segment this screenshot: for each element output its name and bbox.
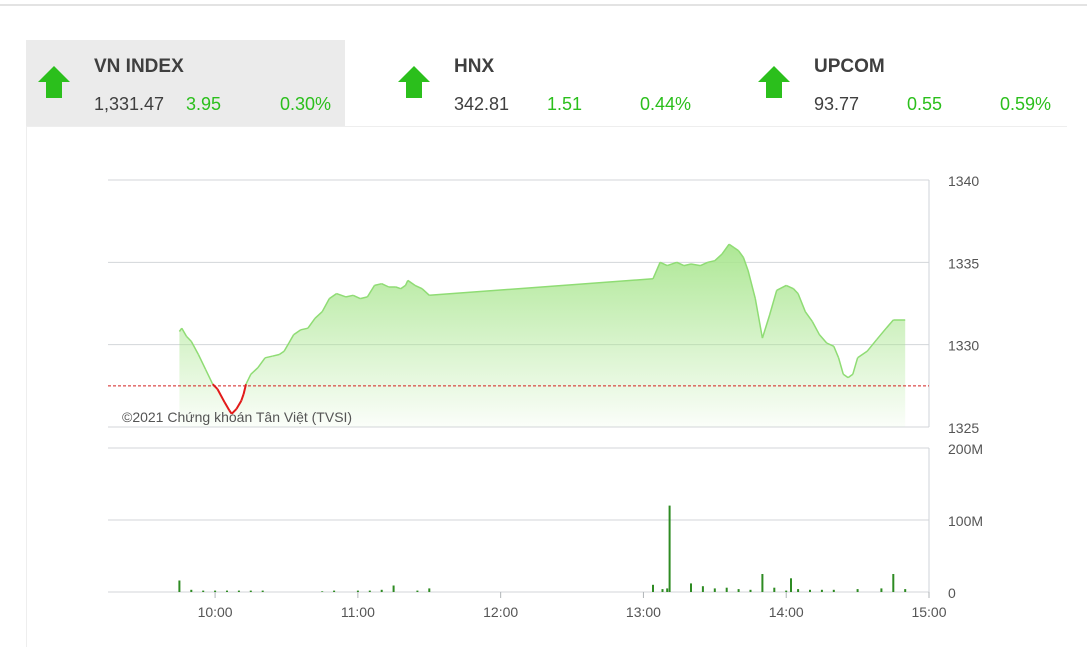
volume-bar <box>661 589 664 592</box>
price-area <box>179 244 906 427</box>
volume-bar <box>797 589 800 592</box>
volume-bar <box>785 590 788 592</box>
volume-tick-label: 0 <box>948 585 956 601</box>
volume-bar <box>832 589 835 592</box>
volume-bar <box>214 590 217 592</box>
volume-bar <box>761 574 764 592</box>
price-tick-label: 1325 <box>948 420 979 436</box>
volume-bar <box>773 587 776 592</box>
volume-bar <box>809 589 811 592</box>
volume-bar <box>749 589 752 592</box>
volume-bar <box>261 590 264 592</box>
volume-bar <box>892 574 895 592</box>
volume-bar <box>725 587 728 592</box>
volume-bar <box>713 588 716 592</box>
volume-bar <box>416 590 419 592</box>
time-tick-label: 10:00 <box>198 604 233 620</box>
time-tick-label: 14:00 <box>769 604 804 620</box>
volume-bar <box>701 586 704 592</box>
volume-bar <box>356 590 359 592</box>
volume-bar <box>202 590 205 592</box>
volume-tick-label: 100M <box>948 513 983 529</box>
volume-bar <box>321 591 324 592</box>
volume-bar <box>178 580 181 592</box>
volume-bar <box>856 589 859 592</box>
volume-bar <box>666 588 669 592</box>
volume-bar <box>428 588 431 592</box>
time-tick-label: 13:00 <box>626 604 661 620</box>
volume-bar <box>880 588 883 592</box>
volume-bar <box>690 583 692 592</box>
volume-bar <box>668 505 671 592</box>
volume-bar <box>190 589 193 592</box>
time-tick-label: 12:00 <box>483 604 518 620</box>
volume-bar <box>820 589 823 592</box>
intraday-chart: 1340 1335 1330 1325 200M 100M 0 10:00 11:00 12:00… <box>108 173 983 620</box>
volume-bar <box>226 590 228 592</box>
price-tick-label: 1335 <box>948 255 979 271</box>
price-tick-label: 1330 <box>948 338 979 354</box>
volume-bar <box>790 578 792 592</box>
volume-bar <box>237 590 240 592</box>
volume-bar <box>652 584 654 592</box>
volume-tick-label: 200M <box>948 441 983 457</box>
volume-bar <box>904 589 907 592</box>
copyright-text: ©2021 Chứng khoán Tân Việt (TVSI) <box>122 409 352 425</box>
price-tick-label: 1340 <box>948 173 979 189</box>
time-tick-label: 15:00 <box>911 604 946 620</box>
volume-bar <box>737 589 740 592</box>
volume-bar <box>333 590 336 592</box>
volume-bar <box>368 590 371 592</box>
volume-bar <box>392 585 395 592</box>
volume-bar <box>249 590 252 592</box>
volume-bar <box>380 589 383 592</box>
time-tick-label: 11:00 <box>341 604 375 620</box>
